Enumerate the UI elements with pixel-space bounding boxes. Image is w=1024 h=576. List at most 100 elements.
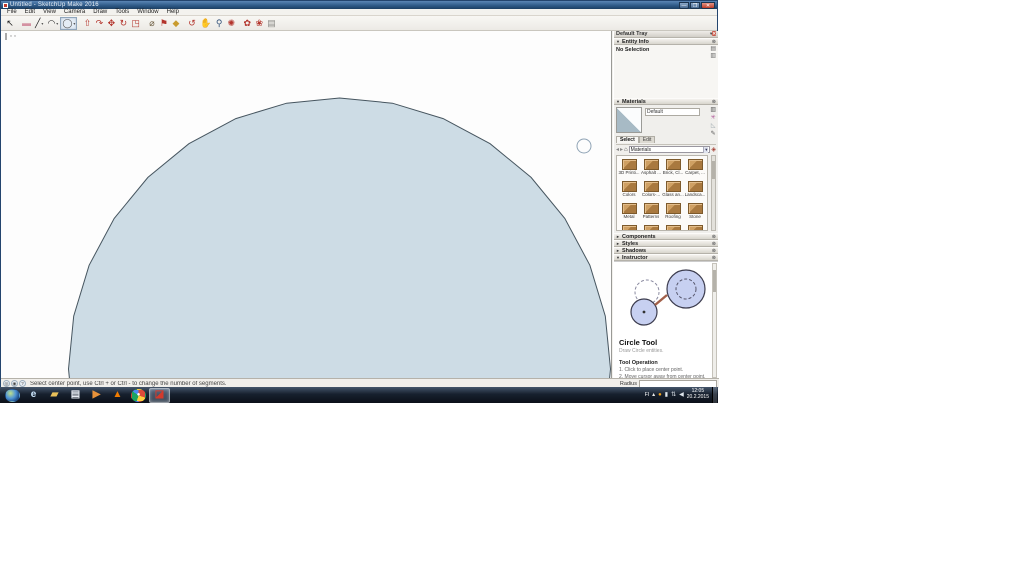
material-category[interactable]: Brick, Cl...	[662, 157, 684, 179]
instructor-scrollbar[interactable]	[712, 263, 717, 378]
credits-icon[interactable]: ◉	[11, 380, 18, 387]
create-material-button[interactable]: ✳	[711, 115, 716, 121]
home-icon[interactable]: ⌂	[624, 146, 628, 154]
paint-bucket-tool[interactable]: ◆	[170, 17, 182, 30]
panel-close-icon[interactable]: ⊗	[712, 248, 716, 254]
volume-icon[interactable]: ◀	[679, 391, 684, 399]
orbit-tool[interactable]: ↺	[186, 17, 198, 30]
panel-shadows[interactable]: ► Shadows ⊗	[614, 247, 718, 254]
default-material-button[interactable]: ◺	[711, 123, 716, 129]
material-category[interactable]: Synthet...	[618, 223, 640, 231]
entity-details-icon[interactable]: ▤	[710, 46, 716, 52]
start-button[interactable]	[5, 389, 20, 402]
menu-camera[interactable]: Camera	[60, 9, 89, 16]
material-category[interactable]: Transluc...	[662, 223, 684, 231]
network-icon[interactable]: ⇅	[671, 391, 676, 399]
line-tool[interactable]: ╱	[33, 17, 45, 30]
update-status-icon[interactable]: ●	[658, 391, 662, 399]
tray-close-button[interactable]: ✕	[712, 31, 716, 36]
entity-hide-icon[interactable]: ▥	[710, 53, 716, 59]
text-tool[interactable]: ⚑	[158, 17, 170, 30]
circle-tool[interactable]: ◯	[60, 17, 77, 30]
scale-tool[interactable]: ◳	[129, 17, 142, 30]
material-category[interactable]: Metal	[618, 201, 640, 223]
panel-close-icon[interactable]: ⊗	[712, 39, 716, 45]
material-category[interactable]: Glass an...	[662, 179, 684, 201]
material-category[interactable]: Patterns	[640, 201, 662, 223]
panel-close-icon[interactable]: ⊗	[712, 99, 716, 105]
menu-edit[interactable]: Edit	[21, 9, 39, 16]
materials-tab-select[interactable]: Select	[616, 136, 639, 143]
minimize-button[interactable]: —	[679, 2, 689, 9]
material-category[interactable]: Water	[684, 223, 706, 231]
tape-measure-tool[interactable]: ⌀	[146, 17, 158, 30]
taskbar-vlc[interactable]: ▲	[107, 388, 128, 403]
drawing-canvas[interactable]	[1, 31, 612, 378]
material-category[interactable]: Stone	[684, 201, 706, 223]
menu-file[interactable]: File	[3, 9, 21, 16]
materials-header[interactable]: ▼ Materials ⊗	[614, 98, 718, 105]
arc-tool[interactable]: ◠	[45, 17, 60, 30]
materials-collection-dropdown[interactable]: Materials ▼	[629, 146, 711, 153]
extension-warehouse-button[interactable]: ❀	[253, 17, 265, 30]
taskbar-chrome[interactable]: ●	[131, 389, 146, 402]
taskbar-clock[interactable]: 12:05 20.2.2015	[687, 389, 709, 401]
eraser-tool[interactable]: ▬	[20, 17, 33, 30]
3d-warehouse-button[interactable]: ✿	[241, 17, 253, 30]
materials-scrollbar[interactable]	[711, 155, 716, 231]
menu-window[interactable]: Window	[133, 9, 162, 16]
maximize-button[interactable]: ❐	[690, 2, 700, 9]
pan-tool[interactable]: ✋	[198, 17, 213, 30]
panel-close-icon[interactable]: ⊗	[712, 255, 716, 261]
panel-styles[interactable]: ► Styles ⊗	[614, 240, 718, 247]
entity-info-header[interactable]: ▼ Entity Info ⊗	[614, 38, 718, 45]
send-to-layout-button[interactable]: ▤	[265, 17, 278, 30]
taskbar-document-app[interactable]: ▤	[65, 388, 86, 403]
materials-body: Default ▥ ✳ ◺ ✎ SelectEdit ◂ ▸ ⌂ Materials …	[614, 105, 718, 233]
pushpull-tool[interactable]: ⇧	[81, 17, 93, 30]
hidden-icons-button[interactable]: ▴	[652, 391, 655, 399]
material-category[interactable]: Asphalt ...	[640, 157, 662, 179]
language-indicator[interactable]: FI	[645, 392, 649, 398]
zoom-extents-tool[interactable]: ✺	[225, 17, 237, 30]
taskbar-explorer-folder[interactable]: ▰	[44, 388, 65, 403]
tray-header[interactable]: Default Tray ▾✕	[614, 31, 718, 38]
battery-icon[interactable]: ▮	[665, 391, 668, 399]
material-category[interactable]: Colors	[618, 179, 640, 201]
instructor-header[interactable]: ▼ Instructor ⊗	[614, 254, 718, 261]
material-category[interactable]: Landsca...	[684, 179, 706, 201]
display-secondary-pane-button[interactable]: ▥	[710, 107, 716, 113]
show-desktop-button[interactable]	[712, 387, 717, 403]
drawn-circle-face[interactable]	[69, 98, 611, 378]
material-category[interactable]: Colors-...	[640, 179, 662, 201]
geolocation-icon[interactable]: ◎	[3, 380, 10, 387]
forward-arrow-icon[interactable]: ▸	[620, 146, 623, 154]
panel-close-icon[interactable]: ⊗	[712, 241, 716, 247]
move-tool[interactable]: ✥	[105, 17, 117, 30]
materials-tab-edit[interactable]: Edit	[639, 136, 656, 143]
material-category[interactable]: Tile	[640, 223, 662, 231]
back-arrow-icon[interactable]: ◂	[616, 146, 619, 154]
close-button[interactable]: ✕	[701, 2, 715, 9]
rotate-tool[interactable]: ↻	[117, 17, 129, 30]
menu-draw[interactable]: Draw	[89, 9, 111, 16]
taskbar-sketchup[interactable]: ◪	[149, 388, 170, 403]
taskbar-media-player[interactable]: ▶	[86, 388, 107, 403]
material-category[interactable]: 3D Printi...	[618, 157, 640, 179]
followme-tool[interactable]: ↷	[93, 17, 105, 30]
help-icon[interactable]: ?	[19, 380, 26, 387]
taskbar-internet-explorer[interactable]: e	[23, 388, 44, 403]
sample-paint-button[interactable]: ✎	[711, 131, 716, 137]
material-preview-swatch[interactable]	[616, 107, 642, 133]
zoom-tool[interactable]: ⚲	[213, 17, 225, 30]
menu-help[interactable]: Help	[163, 9, 183, 16]
select-tool[interactable]: ↖	[4, 17, 16, 30]
material-category[interactable]: Roofing	[662, 201, 684, 223]
material-name-field[interactable]: Default	[645, 108, 700, 116]
material-category[interactable]: Carpet, ...	[684, 157, 706, 179]
in-model-paint-icon[interactable]: ◈	[711, 146, 716, 154]
menu-tools[interactable]: Tools	[111, 9, 133, 16]
menu-view[interactable]: View	[39, 9, 60, 16]
panel-components[interactable]: ► Components ⊗	[614, 233, 718, 240]
panel-close-icon[interactable]: ⊗	[712, 234, 716, 240]
